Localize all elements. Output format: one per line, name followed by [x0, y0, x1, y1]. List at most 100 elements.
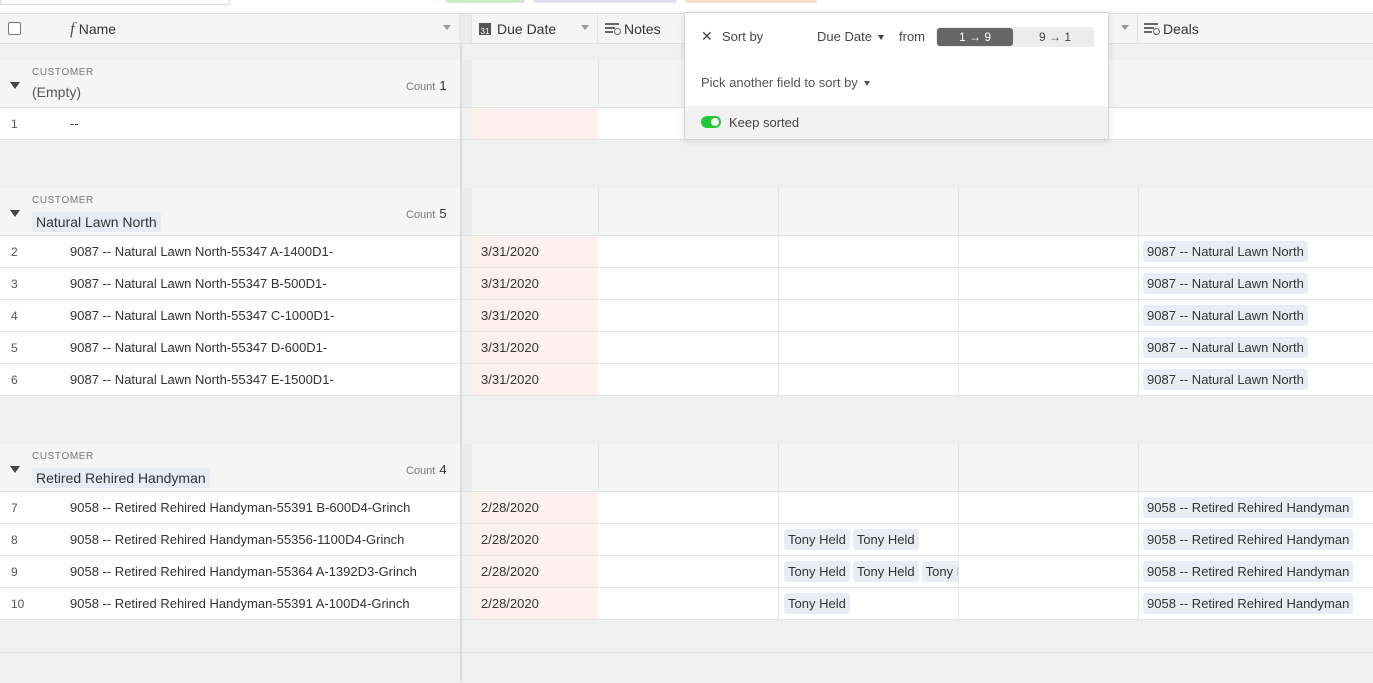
group-value: Retired Rehired Handyman — [32, 468, 210, 488]
person-chip[interactable]: Tony Held — [921, 561, 958, 582]
row-number: 8 — [11, 533, 18, 547]
sort-direction-toggle: 1 → 9 9 → 1 — [936, 27, 1094, 47]
table-row[interactable]: 5 9087 -- Natural Lawn North-55347 D-600… — [0, 332, 1373, 364]
table-row[interactable]: 4 9087 -- Natural Lawn North-55347 C-100… — [0, 300, 1373, 332]
cell-due-date[interactable]: 3/31/2020 — [472, 300, 598, 331]
cell-persons[interactable]: Tony Held Tony Held — [784, 529, 958, 550]
cell-name[interactable]: 9087 -- Natural Lawn North-55347 B-500D1… — [70, 276, 327, 291]
cell-name[interactable]: 9087 -- Natural Lawn North-55347 A-1400D… — [70, 244, 333, 259]
person-chip[interactable]: Tony Held — [784, 529, 850, 550]
table-row[interactable]: 10 9058 -- Retired Rehired Handyman-5539… — [0, 588, 1373, 620]
collapse-triangle-icon[interactable] — [10, 466, 20, 473]
chevron-down-icon — [877, 35, 884, 41]
cell-persons[interactable]: Tony Held — [784, 593, 958, 614]
table-row[interactable]: 3 9087 -- Natural Lawn North-55347 B-500… — [0, 268, 1373, 300]
cell-due-date[interactable]: 2/28/2020 — [472, 588, 598, 619]
close-icon[interactable]: ✕ — [701, 28, 713, 45]
person-chip[interactable]: Tony Held — [852, 529, 919, 550]
group-count: Count 4 — [406, 462, 447, 477]
column-label-name: Name — [78, 20, 117, 37]
cell-name[interactable]: 9087 -- Natural Lawn North-55347 C-1000D… — [70, 308, 334, 323]
calendar-icon: 31 — [479, 22, 491, 36]
row-number: 5 — [11, 341, 18, 355]
person-chip[interactable]: Tony Held — [784, 561, 850, 582]
group-spacer — [0, 396, 1373, 444]
keep-sorted-label: Keep sorted — [729, 115, 800, 130]
person-chip[interactable]: Tony Held — [784, 593, 850, 614]
sort-descending-option[interactable]: 9 → 1 — [1017, 28, 1093, 46]
toolbar-pill-orange[interactable] — [685, 0, 817, 3]
deal-chip[interactable]: 9087 -- Natural Lawn North — [1143, 241, 1308, 262]
deal-chip[interactable]: 9058 -- Retired Rehired Handyman — [1143, 529, 1354, 550]
deal-chip[interactable]: 9087 -- Natural Lawn North — [1143, 305, 1308, 326]
group-spacer — [0, 140, 1373, 188]
add-sort-field-button[interactable]: Pick another field to sort by — [701, 75, 870, 90]
cell-name[interactable]: 9058 -- Retired Rehired Handyman-55356-1… — [70, 532, 404, 547]
table-row[interactable]: 9 9058 -- Retired Rehired Handyman-55364… — [0, 556, 1373, 588]
cell-persons[interactable]: Tony HeldTony HeldTony Held — [784, 561, 958, 582]
group-count: Count 5 — [406, 206, 447, 221]
cell-name[interactable]: 9058 -- Retired Rehired Handyman-55391 A… — [70, 596, 410, 611]
toolbar-pill-purple[interactable] — [533, 0, 677, 3]
chevron-down-icon[interactable] — [1121, 25, 1129, 30]
cell-name[interactable]: -- — [70, 116, 79, 131]
linked-record-icon — [1144, 23, 1160, 35]
row-number: 10 — [11, 597, 25, 611]
cell-due-date[interactable]: 2/28/2020 — [472, 556, 598, 587]
grid-footer — [0, 652, 1373, 683]
cell-due-date[interactable]: 3/31/2020 — [472, 364, 598, 395]
sort-field-select[interactable]: Due Date — [817, 29, 884, 44]
deal-chip[interactable]: 9058 -- Retired Rehired Handyman — [1143, 593, 1354, 614]
column-header-hidden-tail[interactable] — [1110, 14, 1138, 43]
cell-due-date[interactable] — [472, 108, 598, 139]
add-row-area[interactable] — [0, 620, 1373, 652]
chevron-down-icon[interactable] — [443, 25, 451, 30]
cell-name[interactable]: 9058 -- Retired Rehired Handyman-55364 A… — [70, 564, 417, 579]
search-box[interactable] — [0, 0, 230, 5]
table-row[interactable]: 6 9087 -- Natural Lawn North-55347 E-150… — [0, 364, 1373, 396]
deal-chip[interactable]: 9087 -- Natural Lawn North — [1143, 337, 1308, 358]
select-all-checkbox[interactable] — [8, 22, 21, 35]
cell-due-date[interactable]: 3/31/2020 — [472, 332, 598, 363]
row-number: 9 — [11, 565, 18, 579]
row-number: 6 — [11, 373, 18, 387]
cell-name[interactable]: 9087 -- Natural Lawn North-55347 E-1500D… — [70, 372, 334, 387]
deal-chip[interactable]: 9087 -- Natural Lawn North — [1143, 273, 1308, 294]
cell-name[interactable]: 9087 -- Natural Lawn North-55347 D-600D1… — [70, 340, 327, 355]
column-header-name[interactable]: f Name — [60, 14, 460, 43]
table-row[interactable]: 2 9087 -- Natural Lawn North-55347 A-140… — [0, 236, 1373, 268]
collapse-triangle-icon[interactable] — [10, 82, 20, 89]
collapse-triangle-icon[interactable] — [10, 210, 20, 217]
chevron-down-icon[interactable] — [581, 25, 589, 30]
group-header[interactable]: CUSTOMER Retired Rehired Handyman Count 4 — [0, 444, 1373, 492]
keep-sorted-toggle[interactable] — [701, 116, 721, 128]
group-header[interactable]: CUSTOMER Natural Lawn North Count 5 — [0, 188, 1373, 236]
deal-chip[interactable]: 9058 -- Retired Rehired Handyman — [1143, 561, 1354, 582]
cell-due-date[interactable]: 2/28/2020 — [472, 492, 598, 523]
cell-due-date[interactable]: 3/31/2020 — [472, 268, 598, 299]
column-label-notes: Notes — [624, 20, 661, 37]
cell-due-date[interactable]: 2/28/2020 — [472, 524, 598, 555]
cell-name[interactable]: 9058 -- Retired Rehired Handyman-55391 B… — [70, 500, 410, 515]
formula-icon: f — [70, 18, 75, 38]
sort-popover: ✕ Sort by Due Date from 1 → 9 9 → 1 Pick… — [684, 12, 1109, 139]
row-number: 3 — [11, 277, 18, 291]
sort-ascending-option[interactable]: 1 → 9 — [937, 28, 1013, 46]
sort-title: Sort by — [722, 29, 764, 44]
cell-due-date[interactable]: 3/31/2020 — [472, 236, 598, 267]
row-number: 2 — [11, 245, 18, 259]
frozen-divider — [460, 14, 472, 43]
person-chip[interactable]: Tony Held — [852, 561, 919, 582]
table-row[interactable]: 8 9058 -- Retired Rehired Handyman-55356… — [0, 524, 1373, 556]
group-value: Natural Lawn North — [32, 212, 161, 232]
deal-chip[interactable]: 9058 -- Retired Rehired Handyman — [1143, 497, 1354, 518]
toolbar-pill-green[interactable] — [445, 0, 525, 3]
column-header-notes[interactable]: Notes — [598, 14, 684, 43]
group-count: Count 1 — [406, 78, 447, 93]
frozen-column-divider[interactable] — [460, 44, 462, 682]
column-header-deals[interactable]: Deals — [1138, 14, 1373, 43]
select-all-cell — [0, 14, 60, 43]
table-row[interactable]: 7 9058 -- Retired Rehired Handyman-55391… — [0, 492, 1373, 524]
column-header-due-date[interactable]: 31 Due Date — [472, 14, 598, 43]
deal-chip[interactable]: 9087 -- Natural Lawn North — [1143, 369, 1308, 390]
